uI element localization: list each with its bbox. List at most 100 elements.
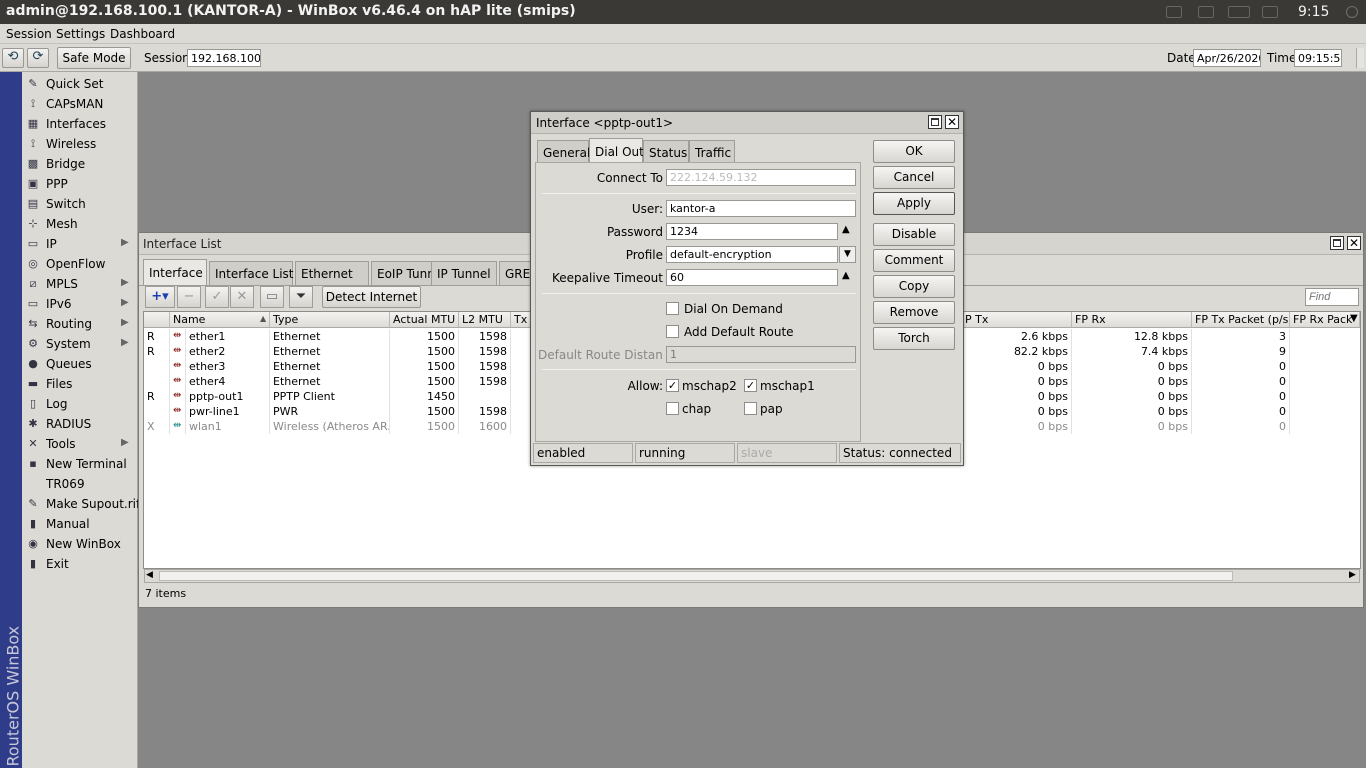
- sidebar-item-radius[interactable]: ✱ RADIUS: [22, 414, 137, 434]
- column-header[interactable]: [144, 312, 170, 328]
- copy-button[interactable]: Copy: [873, 275, 955, 298]
- sidebar-item-new-terminal[interactable]: ▪ New Terminal: [22, 454, 137, 474]
- comment-icon[interactable]: ▭: [260, 286, 284, 308]
- sidebar-item-quick-set[interactable]: ✎ Quick Set: [22, 74, 137, 94]
- close-icon[interactable]: ✕: [1347, 236, 1361, 250]
- filter-icon[interactable]: ⏷: [289, 286, 313, 308]
- clock[interactable]: 9:15: [1298, 4, 1329, 20]
- remove-button[interactable]: Remove: [873, 301, 955, 324]
- column-header[interactable]: Name: [170, 312, 270, 328]
- sidebar-item-label: Files: [46, 377, 73, 391]
- sidebar-item-wireless[interactable]: ⟟ Wireless: [22, 134, 137, 154]
- row-l2-mtu: 1598: [459, 329, 511, 344]
- supout-icon: ✎: [28, 497, 38, 510]
- find-input[interactable]: [1305, 288, 1359, 306]
- torch-button[interactable]: Torch: [873, 327, 955, 350]
- safe-mode-button[interactable]: Safe Mode: [57, 47, 131, 69]
- tab-interface-list[interactable]: Interface List: [209, 261, 294, 285]
- enable-icon[interactable]: ✓: [205, 286, 229, 308]
- tab-ethernet[interactable]: Ethernet: [295, 261, 369, 285]
- scrollbar-thumb[interactable]: [159, 571, 1233, 581]
- sidebar-item-mesh[interactable]: ⊹ Mesh: [22, 214, 137, 234]
- tab-interface[interactable]: Interface: [143, 259, 207, 285]
- allow-options: ✓ mschap2 ✓ mschap1 chap pap: [666, 377, 856, 417]
- column-header[interactable]: P Tx: [962, 312, 1072, 328]
- apply-button[interactable]: Apply: [873, 192, 955, 215]
- menu-session[interactable]: Session: [6, 27, 52, 41]
- sidebar-item-label: Tools: [46, 437, 76, 451]
- menu-dashboard[interactable]: Dashboard: [110, 27, 175, 41]
- menu-settings[interactable]: Settings: [56, 27, 105, 41]
- remove-icon[interactable]: −: [177, 286, 201, 308]
- mschap2-checkbox[interactable]: ✓: [666, 379, 679, 392]
- sidebar-item-exit[interactable]: ▮ Exit: [22, 554, 137, 574]
- add-icon[interactable]: +▾: [145, 286, 175, 308]
- column-header[interactable]: FP Rx: [1072, 312, 1192, 328]
- sidebar-item-label: OpenFlow: [46, 257, 106, 271]
- power-icon[interactable]: [1346, 6, 1358, 18]
- brand-text: RouterOS WinBox: [3, 625, 23, 767]
- mschap1-checkbox[interactable]: ✓: [744, 379, 757, 392]
- tab-eoip-tunnel[interactable]: EoIP Tunnel: [371, 261, 446, 285]
- sidebar-item-bridge[interactable]: ▩ Bridge: [22, 154, 137, 174]
- column-header[interactable]: Tx: [511, 312, 531, 328]
- disable-icon[interactable]: ✕: [230, 286, 254, 308]
- sidebar-item-label: PPP: [46, 177, 68, 191]
- sidebar-item-log[interactable]: ▯ Log: [22, 394, 137, 414]
- horizontal-scrollbar[interactable]: ◀ ▶: [144, 569, 1360, 583]
- sidebar-item-routing[interactable]: ⇆ Routing ▶: [22, 314, 137, 334]
- column-header[interactable]: FP Tx Packet (p/s): [1192, 312, 1290, 328]
- sidebar-item-new-winbox[interactable]: ◉ New WinBox: [22, 534, 137, 554]
- sidebar-item-tools[interactable]: ✕ Tools ▶: [22, 434, 137, 454]
- maximize-icon[interactable]: [1330, 236, 1344, 250]
- sidebar-item-capsman[interactable]: ⟟ CAPsMAN: [22, 94, 137, 114]
- row-fp-tx: 0 bps: [962, 419, 1072, 434]
- sidebar-item-ip[interactable]: ▭ IP ▶: [22, 234, 137, 254]
- ok-button[interactable]: OK: [873, 140, 955, 163]
- sidebar-item-make-supout-rif[interactable]: ✎ Make Supout.rif: [22, 494, 140, 514]
- files-icon: ▬: [27, 377, 39, 390]
- sidebar-item-system[interactable]: ⚙ System ▶: [22, 334, 137, 354]
- detect-internet-button[interactable]: Detect Internet: [322, 286, 421, 308]
- brand-strip: RouterOS WinBox: [0, 72, 23, 768]
- row-name: ether4: [186, 374, 270, 389]
- sidebar-item-interfaces[interactable]: ▦ Interfaces: [22, 114, 137, 134]
- sidebar-item-switch[interactable]: ▤ Switch: [22, 194, 137, 214]
- redo-icon[interactable]: ⟳: [27, 48, 49, 68]
- column-header[interactable]: L2 MTU: [459, 312, 511, 328]
- sidebar-item-label: MPLS: [46, 277, 78, 291]
- sidebar-item-queues[interactable]: ● Queues: [22, 354, 137, 374]
- column-header[interactable]: Type: [270, 312, 390, 328]
- session-field[interactable]: 192.168.100.1: [187, 49, 261, 67]
- scroll-right-icon[interactable]: ▶: [1349, 570, 1356, 580]
- chap-checkbox[interactable]: [666, 402, 679, 415]
- sidebar-item-openflow[interactable]: ◎ OpenFlow: [22, 254, 137, 274]
- scroll-left-icon[interactable]: ◀: [146, 570, 153, 580]
- sidebar-item-tr069[interactable]: TR069: [22, 474, 137, 494]
- pap-checkbox[interactable]: [744, 402, 757, 415]
- comment-button[interactable]: Comment: [873, 249, 955, 272]
- pptp-interface-dialog[interactable]: Interface <pptp-out1> ✕ General Dial Out S…: [530, 111, 964, 466]
- sidebar-item-mpls[interactable]: ⧄ MPLS ▶: [22, 274, 137, 294]
- toolbar-scrollbar[interactable]: [1356, 48, 1364, 68]
- undo-icon[interactable]: ⟲: [2, 48, 24, 68]
- sidebar-item-ppp[interactable]: ▣ PPP: [22, 174, 137, 194]
- network-icon[interactable]: [1166, 6, 1182, 18]
- row-name: ether2: [186, 344, 270, 359]
- battery-icon[interactable]: [1228, 6, 1250, 18]
- status-enabled: enabled: [533, 443, 633, 463]
- column-menu-icon[interactable]: ▼: [1350, 313, 1358, 324]
- disable-button[interactable]: Disable: [873, 223, 955, 246]
- row-type: Wireless (Atheros AR...: [270, 419, 390, 434]
- tab-ip-tunnel[interactable]: IP Tunnel: [431, 261, 497, 285]
- date-label: Date: [1167, 51, 1196, 65]
- column-header[interactable]: Actual MTU: [390, 312, 459, 328]
- sidebar-item-files[interactable]: ▬ Files: [22, 374, 137, 394]
- mschap2-label: mschap2: [682, 379, 737, 393]
- row-flag: [144, 359, 170, 374]
- keyboard-icon[interactable]: [1198, 6, 1214, 18]
- cancel-button[interactable]: Cancel: [873, 166, 955, 189]
- sidebar-item-ipv6[interactable]: ▭ IPv6 ▶: [22, 294, 137, 314]
- sidebar-item-manual[interactable]: ▮ Manual: [22, 514, 137, 534]
- volume-icon[interactable]: [1262, 6, 1278, 18]
